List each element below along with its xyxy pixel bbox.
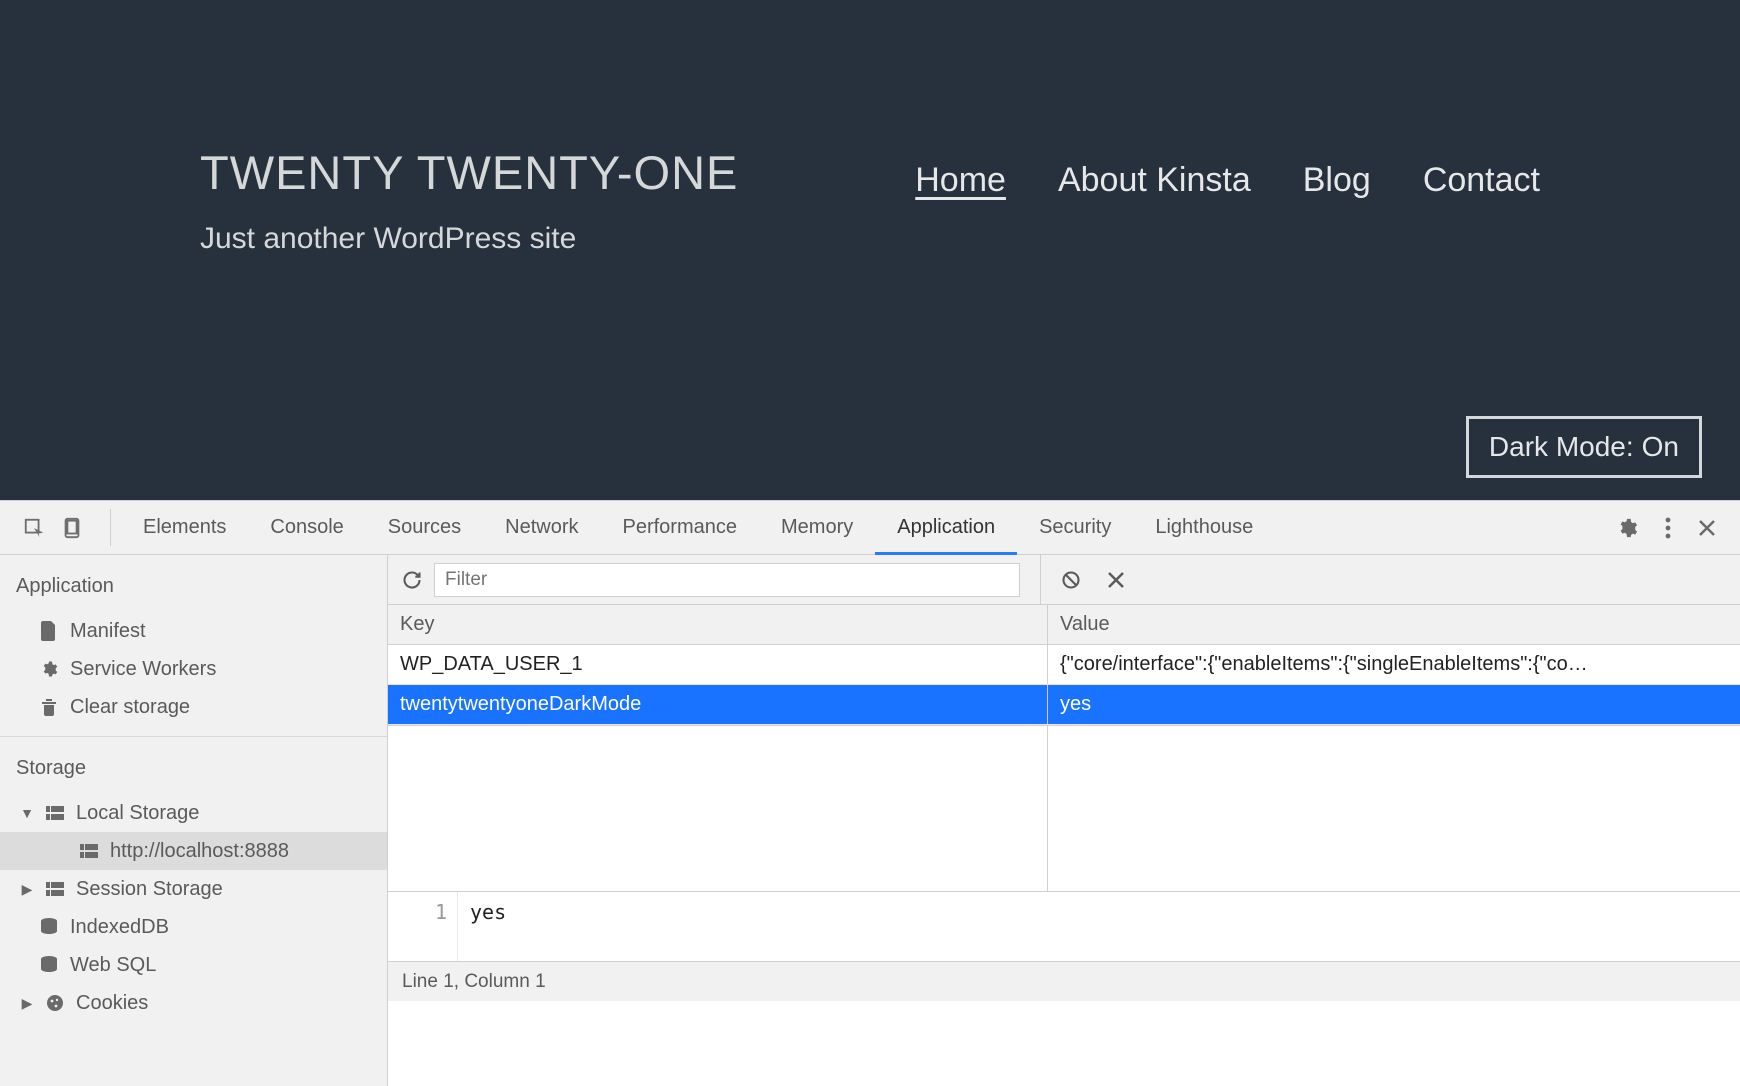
sidebar-heading-storage: Storage [0, 751, 387, 794]
sidebar-item-label: Session Storage [76, 878, 223, 901]
devtools: Elements Console Sources Network Perform… [0, 500, 1740, 1086]
cookie-icon [44, 994, 66, 1012]
cell-key: WP_DATA_USER_1 [388, 645, 1048, 684]
devtools-tabstrip: Elements Console Sources Network Perform… [0, 501, 1740, 555]
sidebar-item-label: Web SQL [70, 954, 156, 977]
database-icon [38, 956, 60, 974]
cell-key: twentytwentyoneDarkMode [388, 685, 1048, 724]
sidebar-item-service-workers[interactable]: Service Workers [0, 650, 387, 688]
delete-icon[interactable] [1107, 571, 1125, 589]
dark-mode-label: Dark Mode: [1489, 431, 1634, 463]
sidebar-item-label: Local Storage [76, 802, 199, 825]
block-icon[interactable] [1061, 570, 1081, 590]
tab-lighthouse[interactable]: Lighthouse [1133, 501, 1275, 555]
tab-performance[interactable]: Performance [601, 501, 760, 555]
trash-icon [38, 698, 60, 716]
dark-mode-toggle[interactable]: Dark Mode: On [1466, 416, 1702, 478]
gear-icon [38, 660, 60, 678]
sidebar-item-local-storage[interactable]: ▼ Local Storage [0, 794, 387, 832]
tab-sources[interactable]: Sources [366, 501, 483, 555]
tab-elements[interactable]: Elements [121, 501, 248, 555]
chevron-down-icon: ▼ [20, 805, 34, 821]
nav-home[interactable]: Home [915, 161, 1006, 200]
grid-icon [44, 806, 66, 820]
close-icon[interactable] [1698, 519, 1716, 537]
sidebar-item-clear-storage[interactable]: Clear storage [0, 688, 387, 726]
sidebar-item-local-storage-origin[interactable]: http://localhost:8888 [0, 832, 387, 870]
cell-value: {"core/interface":{"enableItems":{"singl… [1048, 645, 1740, 684]
tab-security[interactable]: Security [1017, 501, 1133, 555]
tab-console[interactable]: Console [248, 501, 365, 555]
editor-content[interactable]: yes [458, 892, 1740, 961]
gear-icon[interactable] [1616, 517, 1638, 539]
site-branding: TWENTY TWENTY-ONE Just another WordPress… [200, 145, 738, 256]
sidebar-item-websql[interactable]: Web SQL [0, 946, 387, 984]
chevron-right-icon: ▶ [20, 995, 34, 1012]
file-icon [38, 621, 60, 641]
table-row[interactable]: twentytwentyoneDarkMode yes [388, 685, 1740, 725]
primary-nav: Home About Kinsta Blog Contact [915, 161, 1540, 200]
editor-status: Line 1, Column 1 [388, 961, 1740, 1001]
tab-network[interactable]: Network [483, 501, 600, 555]
sidebar-item-label: Manifest [70, 620, 146, 643]
nav-blog[interactable]: Blog [1303, 161, 1371, 200]
inspect-icon[interactable] [20, 517, 48, 539]
tab-memory[interactable]: Memory [759, 501, 875, 555]
sidebar-item-label: IndexedDB [70, 916, 169, 939]
website-header: TWENTY TWENTY-ONE Just another WordPress… [0, 0, 1740, 500]
table-header: Key Value [388, 605, 1740, 645]
sidebar-item-cookies[interactable]: ▶ Cookies [0, 984, 387, 1022]
database-icon [38, 918, 60, 936]
devtools-sidebar: Application Manifest Service Workers Cle… [0, 555, 388, 1086]
col-value[interactable]: Value [1048, 605, 1740, 644]
storage-table: Key Value WP_DATA_USER_1 {"core/interfac… [388, 605, 1740, 726]
sidebar-item-label: Cookies [76, 992, 148, 1015]
tab-application[interactable]: Application [875, 501, 1017, 555]
sidebar-item-label: Clear storage [70, 696, 190, 719]
nav-about[interactable]: About Kinsta [1058, 161, 1251, 200]
chevron-right-icon: ▶ [20, 881, 34, 898]
editor-gutter: 1 [388, 892, 458, 961]
sidebar-item-session-storage[interactable]: ▶ Session Storage [0, 870, 387, 908]
sidebar-item-manifest[interactable]: Manifest [0, 612, 387, 650]
sidebar-item-indexeddb[interactable]: IndexedDB [0, 908, 387, 946]
storage-toolbar [388, 555, 1740, 605]
devtools-main: Key Value WP_DATA_USER_1 {"core/interfac… [388, 555, 1740, 1086]
more-icon[interactable] [1664, 517, 1672, 539]
sidebar-heading-application: Application [0, 569, 387, 612]
table-row[interactable]: WP_DATA_USER_1 {"core/interface":{"enabl… [388, 645, 1740, 685]
filter-input[interactable] [434, 563, 1020, 597]
refresh-icon[interactable] [402, 570, 422, 590]
table-empty-area [388, 726, 1740, 891]
cell-value: yes [1048, 685, 1740, 724]
device-toggle-icon[interactable] [58, 517, 86, 539]
nav-contact[interactable]: Contact [1423, 161, 1540, 200]
sidebar-item-label: Service Workers [70, 658, 216, 681]
sidebar-item-label: http://localhost:8888 [110, 840, 289, 863]
grid-icon [44, 882, 66, 896]
site-title: TWENTY TWENTY-ONE [200, 145, 738, 200]
value-editor[interactable]: 1 yes [388, 891, 1740, 961]
grid-icon [78, 844, 100, 858]
col-key[interactable]: Key [388, 605, 1048, 644]
site-tagline: Just another WordPress site [200, 222, 738, 256]
dark-mode-state: On [1642, 431, 1679, 463]
